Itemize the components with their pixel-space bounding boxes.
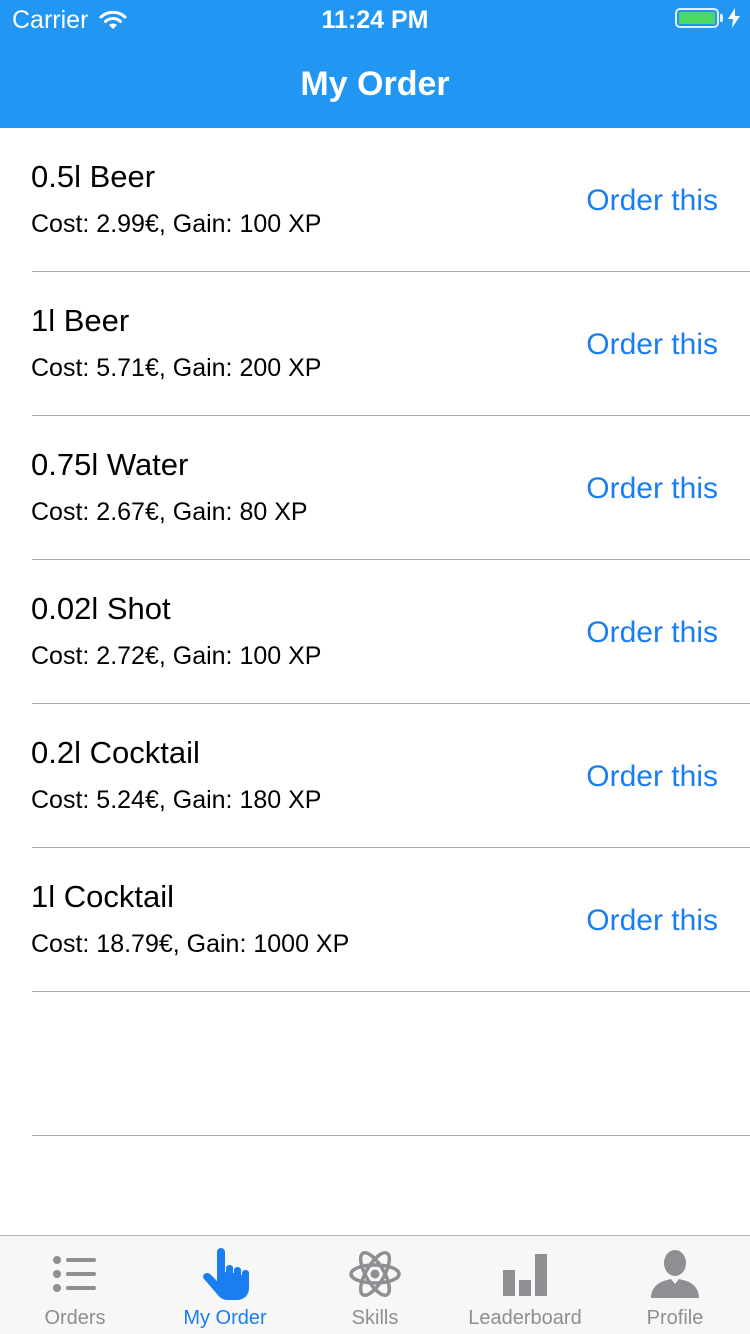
tab-orders-label: Orders xyxy=(44,1307,106,1329)
item-cost-gain: Cost: 18.79€, Gain: 1000 XP xyxy=(31,930,350,958)
item-title: 0.75l Water xyxy=(31,447,189,482)
bar-chart-icon xyxy=(503,1254,547,1296)
order-list: 0.5l Beer Cost: 2.99€, Gain: 100 XP Orde… xyxy=(0,128,750,1136)
list-item: 0.02l Shot Cost: 2.72€, Gain: 100 XP Ord… xyxy=(0,560,750,704)
item-title: 0.02l Shot xyxy=(31,591,171,626)
battery-level xyxy=(679,12,715,24)
list-item: 0.75l Water Cost: 2.67€, Gain: 80 XP Ord… xyxy=(0,416,750,560)
item-title: 0.2l Cocktail xyxy=(31,735,200,770)
page-title: My Order xyxy=(300,65,450,103)
tab-leaderboard[interactable]: Leaderboard xyxy=(450,1236,600,1334)
order-this-button[interactable]: Order this xyxy=(586,758,718,796)
item-cost-gain: Cost: 5.24€, Gain: 180 XP xyxy=(31,786,322,814)
item-cost-gain: Cost: 2.72€, Gain: 100 XP xyxy=(31,642,322,670)
item-cost-gain: Cost: 2.67€, Gain: 80 XP xyxy=(31,498,308,526)
list-icon xyxy=(53,1256,96,1292)
item-title: 1l Cocktail xyxy=(31,879,174,914)
tab-skills[interactable]: Skills xyxy=(300,1236,450,1334)
tab-my-order-label: My Order xyxy=(183,1307,267,1329)
navigation-header: Carrier 11:24 PM My Order xyxy=(0,0,750,128)
order-this-button[interactable]: Order this xyxy=(586,326,718,364)
tab-my-order[interactable]: My Order xyxy=(150,1236,300,1334)
tab-profile[interactable]: Profile xyxy=(600,1236,750,1334)
atom-icon xyxy=(349,1250,401,1298)
list-item: 1l Beer Cost: 5.71€, Gain: 200 XP Order … xyxy=(0,272,750,416)
tab-profile-label: Profile xyxy=(646,1307,704,1329)
list-item: 1l Cocktail Cost: 18.79€, Gain: 1000 XP … xyxy=(0,848,750,992)
list-item: 0.5l Beer Cost: 2.99€, Gain: 100 XP Orde… xyxy=(0,128,750,272)
tab-skills-label: Skills xyxy=(351,1307,399,1329)
tab-leaderboard-label: Leaderboard xyxy=(468,1307,582,1329)
item-title: 0.5l Beer xyxy=(31,159,156,194)
item-title: 1l Beer xyxy=(31,303,130,338)
person-icon xyxy=(651,1250,699,1298)
list-item: 0.2l Cocktail Cost: 5.24€, Gain: 180 XP … xyxy=(0,704,750,848)
battery-tip xyxy=(720,14,723,22)
battery-indicator xyxy=(675,8,740,28)
status-bar: Carrier 11:24 PM xyxy=(0,0,750,40)
hand-pointer-icon xyxy=(203,1248,249,1300)
tab-orders[interactable]: Orders xyxy=(0,1236,150,1334)
order-this-button[interactable]: Order this xyxy=(586,182,718,220)
item-cost-gain: Cost: 5.71€, Gain: 200 XP xyxy=(31,354,322,382)
tab-bar: Orders My Order Skills Leaderboard Profi… xyxy=(0,1235,750,1334)
item-cost-gain: Cost: 2.99€, Gain: 100 XP xyxy=(31,210,322,238)
charging-bolt-icon xyxy=(728,8,740,28)
order-this-button[interactable]: Order this xyxy=(586,614,718,652)
order-this-button[interactable]: Order this xyxy=(586,902,718,940)
battery-icon xyxy=(675,8,719,28)
empty-list-row xyxy=(0,992,750,1136)
order-this-button[interactable]: Order this xyxy=(586,470,718,508)
status-time: 11:24 PM xyxy=(321,6,429,34)
